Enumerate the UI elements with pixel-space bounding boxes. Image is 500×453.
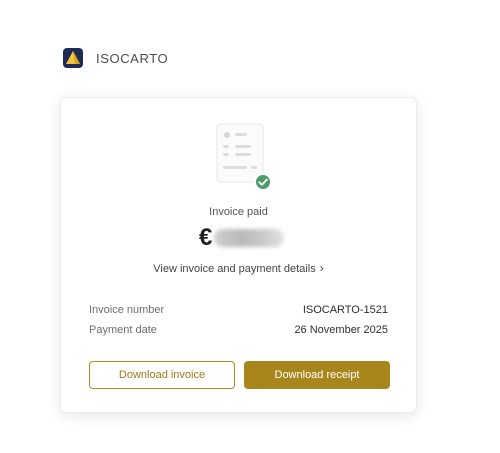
amount-redacted (214, 229, 285, 247)
payment-date-value: 26 November 2025 (294, 324, 388, 336)
invoice-number-row: Invoice number ISOCARTO-1521 (89, 304, 388, 316)
chevron-right-icon: › (319, 261, 324, 275)
brand-header: ISOCARTO (62, 47, 168, 69)
payment-date-label: Payment date (89, 324, 157, 336)
view-details-link[interactable]: View invoice and payment details › (61, 261, 416, 275)
payment-date-row: Payment date 26 November 2025 (89, 324, 388, 336)
invoice-card: Invoice paid € View invoice and payment … (60, 97, 417, 413)
download-invoice-button[interactable]: Download invoice (89, 361, 235, 389)
view-details-label: View invoice and payment details (153, 263, 316, 275)
invoice-status: Invoice paid (209, 206, 268, 218)
paid-document-icon (216, 123, 272, 191)
currency-symbol: € (199, 224, 213, 251)
invoice-number-label: Invoice number (89, 304, 165, 316)
download-receipt-button[interactable]: Download receipt (244, 361, 390, 389)
invoice-number-value: ISOCARTO-1521 (302, 304, 388, 316)
brand-name: ISOCARTO (96, 50, 169, 66)
isocarto-logo-icon (63, 48, 83, 68)
invoice-amount: € (199, 224, 285, 252)
